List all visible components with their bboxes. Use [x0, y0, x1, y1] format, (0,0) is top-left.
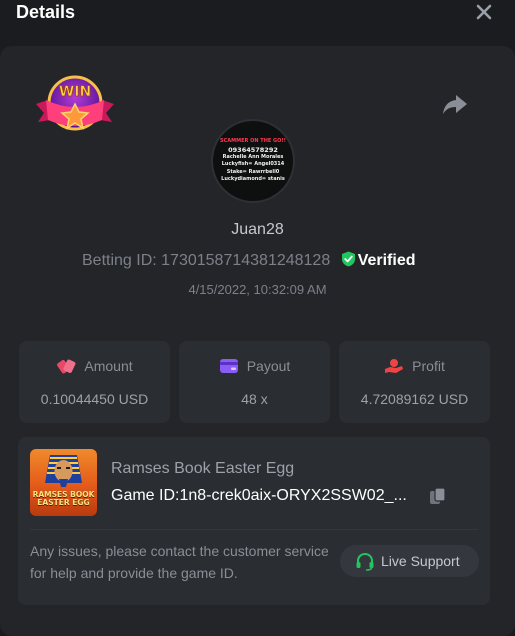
betting-id-value: 1730158714381248128 — [161, 252, 331, 269]
live-support-label: Live Support — [381, 553, 460, 569]
game-name: Ramses Book Easter Egg — [111, 460, 295, 477]
avatar-caption: SCAMMER ON THE GO!! 09364578292 Rachelle… — [213, 138, 293, 184]
win-badge-text: WIN — [59, 84, 91, 100]
stat-card-amount: Amount 0.10044450 USD — [19, 341, 170, 423]
avatar-line: Stake= Rawrrbell0 — [226, 168, 280, 175]
game-id-label: Game ID: — [111, 487, 180, 504]
share-icon[interactable] — [440, 92, 470, 118]
copy-button[interactable] — [428, 486, 448, 506]
game-thumbnail[interactable]: RAMSES BOOK EASTER EGG — [30, 449, 97, 516]
stat-label: Amount — [84, 358, 133, 374]
avatar-line: SCAMMER ON THE GO!! — [220, 138, 286, 144]
support-message: Any issues, please contact the customer … — [30, 543, 329, 581]
money-hand-icon — [385, 359, 404, 373]
wallet-card-icon — [219, 359, 238, 373]
game-id-row: Game ID:1n8-crek0aix-ORYX2SSW02_... — [111, 487, 407, 505]
betting-id-row: Betting ID: 1730158714381248128 Verified — [82, 251, 416, 271]
username: Juan28 — [231, 221, 284, 238]
stat-title: Profit — [339, 358, 490, 374]
stat-value: 4.72089162 USD — [360, 391, 469, 407]
page-title: Details — [16, 2, 76, 22]
shield-check-icon — [341, 251, 355, 267]
bet-timestamp: 4/15/2022, 10:32:09 AM — [188, 282, 327, 297]
bet-chip-icon — [57, 359, 76, 374]
headset-icon — [356, 552, 374, 571]
stat-value: 0.10044450 USD — [40, 391, 149, 407]
game-card: RAMSES BOOK EASTER EGG Ramses Book Easte… — [18, 437, 490, 605]
live-support-button[interactable]: Live Support — [340, 545, 479, 577]
stat-label: Profit — [412, 358, 445, 374]
avatar: SCAMMER ON THE GO!! 09364578292 Rachelle… — [213, 121, 293, 201]
win-badge-icon: WIN — [36, 75, 114, 131]
betting-id-label: Betting ID: — [82, 252, 157, 269]
close-icon[interactable] — [470, 0, 498, 26]
verified-badge: Verified — [341, 251, 416, 270]
game-id-value: 1n8-crek0aix-ORYX2SSW02_... — [179, 487, 407, 504]
copy-icon[interactable] — [428, 486, 448, 506]
close-button[interactable] — [470, 0, 498, 26]
stat-card-profit: Profit 4.72089162 USD — [339, 341, 490, 423]
stat-label: Payout — [246, 358, 291, 374]
avatar-line: Rachelle Ann Morales — [222, 153, 284, 160]
header: Details — [0, 0, 515, 40]
stat-title: Amount — [19, 358, 170, 374]
avatar-line: Luckydiamond= stanis — [221, 176, 285, 182]
stat-title: Payout — [179, 358, 330, 374]
verified-label: Verified — [357, 252, 416, 269]
thumbnail-title: RAMSES BOOK EASTER EGG — [32, 490, 95, 507]
share-button[interactable] — [440, 92, 470, 118]
avatar-line: Luckyfish= Angel0314 — [221, 161, 285, 167]
avatar-line: 09364578292 — [228, 145, 278, 154]
stat-card-payout: Payout 48 x — [179, 341, 330, 423]
stat-value: 48 x — [241, 391, 268, 407]
divider — [30, 529, 478, 530]
